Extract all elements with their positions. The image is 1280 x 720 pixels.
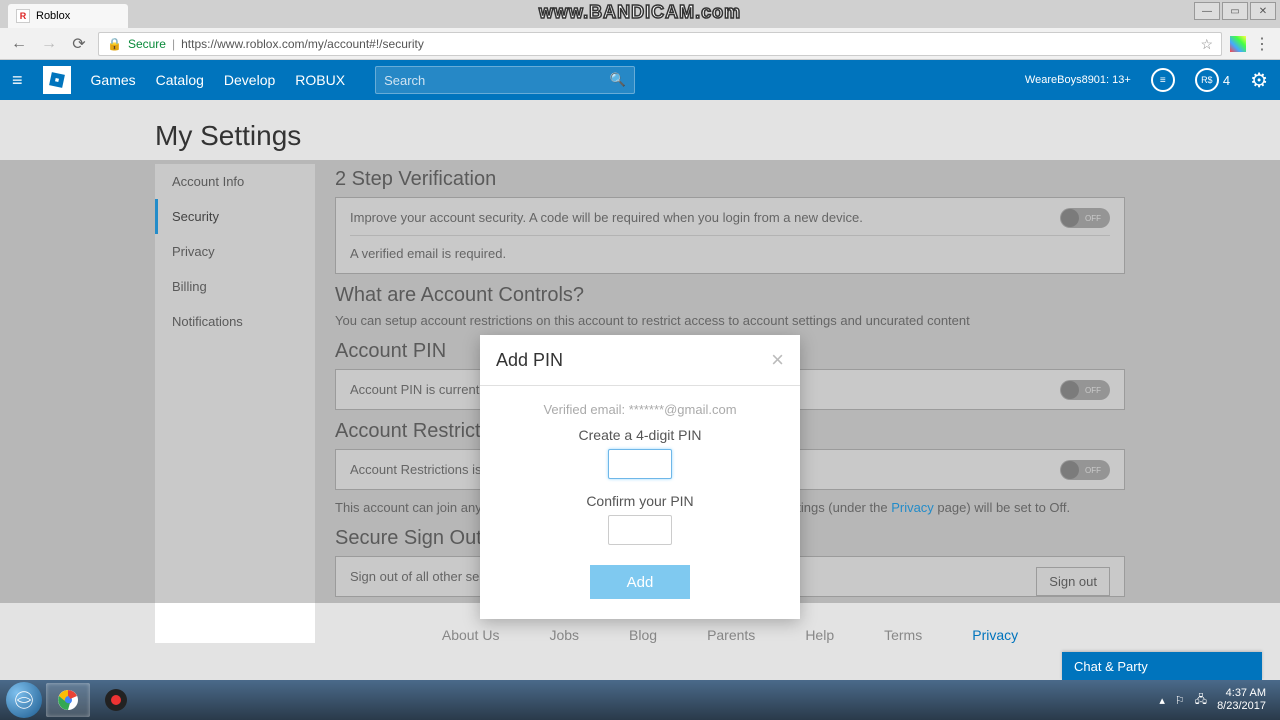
confirm-pin-input[interactable]: [608, 515, 672, 545]
robux-balance[interactable]: R$ 4: [1195, 68, 1230, 92]
modal-body: Verified email: *******@gmail.com Create…: [480, 386, 800, 619]
search-icon[interactable]: 🔍: [610, 72, 626, 88]
search-placeholder: Search: [384, 73, 610, 88]
forward-button[interactable]: →: [38, 33, 60, 55]
nav-robux[interactable]: ROBUX: [295, 72, 345, 88]
tab-title: Roblox: [36, 10, 70, 22]
roblox-logo-icon[interactable]: [43, 66, 71, 94]
footer-help[interactable]: Help: [805, 627, 834, 643]
robux-amount: 4: [1223, 73, 1230, 88]
roblox-nav: ≡ Games Catalog Develop ROBUX Search 🔍 W…: [0, 60, 1280, 100]
minimize-button[interactable]: —: [1194, 2, 1220, 20]
back-button[interactable]: ←: [8, 33, 30, 55]
tray-flag-icon[interactable]: ⚐: [1175, 694, 1185, 707]
nav-develop[interactable]: Develop: [224, 72, 275, 88]
extension-icon[interactable]: [1230, 36, 1246, 52]
nav-search[interactable]: Search 🔍: [375, 66, 635, 94]
chat-party-bar[interactable]: Chat & Party: [1062, 652, 1262, 680]
tray-network-icon[interactable]: 🖧: [1195, 691, 1207, 710]
footer-privacy[interactable]: Privacy: [972, 627, 1018, 643]
modal-header: Add PIN ×: [480, 335, 800, 386]
taskbar-record-icon[interactable]: [94, 683, 138, 717]
window-controls: — ▭ ✕: [1194, 2, 1276, 20]
add-pin-modal: Add PIN × Verified email: *******@gmail.…: [480, 335, 800, 619]
reload-button[interactable]: ⟳: [68, 33, 90, 55]
add-pin-button[interactable]: Add: [590, 565, 690, 599]
footer-parents[interactable]: Parents: [707, 627, 755, 643]
modal-title: Add PIN: [496, 350, 563, 371]
maximize-button[interactable]: ▭: [1222, 2, 1248, 20]
start-button[interactable]: [6, 682, 42, 718]
page-title: My Settings: [155, 120, 1125, 152]
robux-icon: R$: [1195, 68, 1219, 92]
omnibox-row: ← → ⟳ 🔒 Secure | https://www.roblox.com/…: [0, 28, 1280, 60]
close-icon[interactable]: ×: [771, 349, 784, 371]
bandicam-watermark: www.BANDICAM.com: [539, 2, 741, 23]
nav-games[interactable]: Games: [91, 72, 136, 88]
footer-terms[interactable]: Terms: [884, 627, 922, 643]
hamburger-icon[interactable]: ≡: [12, 70, 23, 91]
nav-catalog[interactable]: Catalog: [156, 72, 204, 88]
nav-username[interactable]: WeareBoys8901: 13+: [1025, 74, 1131, 86]
system-tray: ▴ ⚐ 🖧 4:37 AM 8/23/2017: [1159, 687, 1274, 713]
lock-icon: 🔒: [107, 37, 122, 51]
roblox-favicon-icon: R: [16, 9, 30, 23]
windows-taskbar: ▴ ⚐ 🖧 4:37 AM 8/23/2017: [0, 680, 1280, 720]
settings-gear-icon[interactable]: ⚙: [1250, 68, 1268, 93]
notifications-icon[interactable]: ≡: [1151, 68, 1175, 92]
chrome-menu-icon[interactable]: ⋮: [1254, 34, 1272, 54]
footer-about[interactable]: About Us: [442, 627, 500, 643]
secure-label: Secure: [128, 37, 166, 51]
bookmark-star-icon[interactable]: ☆: [1200, 36, 1213, 53]
modal-backdrop: Add PIN × Verified email: *******@gmail.…: [0, 160, 1280, 603]
create-pin-label: Create a 4-digit PIN: [500, 427, 780, 443]
close-window-button[interactable]: ✕: [1250, 2, 1276, 20]
taskbar-chrome-icon[interactable]: [46, 683, 90, 717]
address-bar[interactable]: 🔒 Secure | https://www.roblox.com/my/acc…: [98, 32, 1222, 56]
footer-jobs[interactable]: Jobs: [549, 627, 579, 643]
url-text: https://www.roblox.com/my/account#!/secu…: [181, 37, 424, 51]
tray-clock[interactable]: 4:37 AM 8/23/2017: [1217, 687, 1266, 713]
browser-tab[interactable]: R Roblox: [8, 4, 128, 28]
verified-email-text: Verified email: *******@gmail.com: [500, 402, 780, 417]
footer-links: About Us Jobs Blog Parents Help Terms Pr…: [335, 627, 1125, 643]
footer-blog[interactable]: Blog: [629, 627, 657, 643]
tray-arrow-icon[interactable]: ▴: [1159, 694, 1165, 707]
create-pin-input[interactable]: [608, 449, 672, 479]
confirm-pin-label: Confirm your PIN: [500, 493, 780, 509]
